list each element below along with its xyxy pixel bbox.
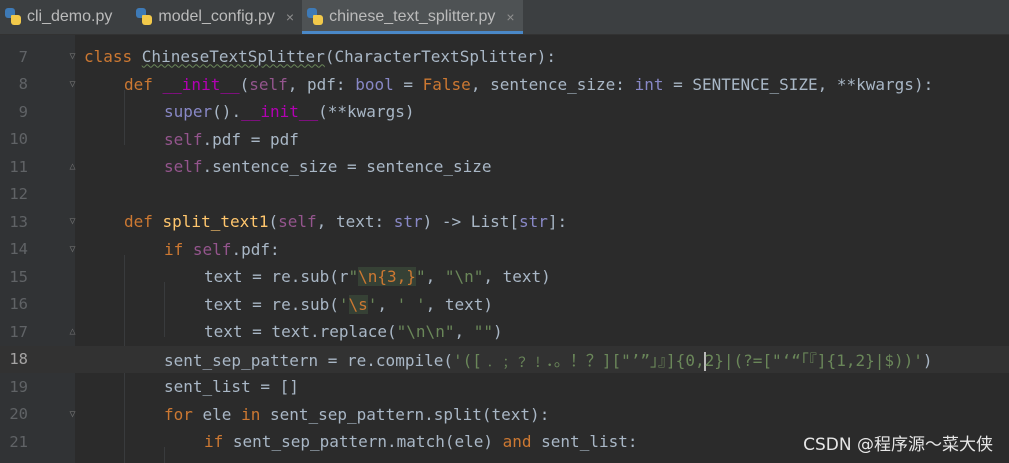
close-icon[interactable]: × [286, 9, 294, 25]
tab-chinese-text-splitter[interactable]: chinese_text_splitter.py × [302, 0, 523, 34]
close-icon[interactable]: × [506, 9, 514, 25]
fold-icon[interactable]: ▽ [67, 244, 78, 255]
code-line-current: 18 sent_sep_pattern = re.compile('([﹒﹔﹖﹗… [0, 345, 1009, 373]
code-line: 15 text = re.sub(r"\n{3,}", "\n", text) [0, 263, 1009, 291]
line-number: 19 [9, 377, 28, 396]
line-number: 9 [18, 102, 28, 121]
line-number: 16 [9, 295, 28, 314]
code-line: 9 super().__init__(**kwargs) [0, 98, 1009, 126]
code-text: if self.pdf: [164, 239, 280, 259]
line-number: 10 [9, 130, 28, 149]
line-number: 20 [9, 405, 28, 424]
code-text: self.pdf = pdf [164, 129, 299, 149]
line-number: 11 [9, 157, 28, 176]
line-number: 17 [9, 322, 28, 341]
code-line: 19 sent_list = [] [0, 373, 1009, 401]
tab-cli-demo[interactable]: cli_demo.py [0, 0, 131, 34]
code-text: class ChineseTextSplitter(CharacterTextS… [84, 47, 557, 67]
fold-icon[interactable]: ▽ [67, 216, 78, 227]
code-text: def split_text1(self, text: str) -> List… [124, 212, 568, 232]
code-text: super().__init__(**kwargs) [164, 102, 415, 122]
tab-model-config[interactable]: model_config.py × [131, 0, 302, 34]
code-line: 8 ▽ def __init__(self, pdf: bool = False… [0, 71, 1009, 99]
tab-label: model_config.py [158, 8, 275, 25]
code-text: sent_list = [] [164, 377, 299, 397]
editor-tab-bar: cli_demo.py model_config.py × chinese_te… [0, 0, 1009, 35]
python-file-icon [4, 8, 22, 26]
code-text: for ele in sent_sep_pattern.split(text): [164, 404, 550, 424]
line-number: 21 [9, 432, 28, 451]
line-number: 12 [9, 185, 28, 204]
code-line: 10 self.pdf = pdf [0, 126, 1009, 154]
code-text: sent_sep_pattern = re.compile('([﹒﹔﹖﹗．。！… [164, 347, 933, 372]
line-number: 18 [9, 350, 28, 369]
code-line: 20 ▽ for ele in sent_sep_pattern.split(t… [0, 401, 1009, 429]
code-text: text = re.sub(r"\n{3,}", "\n", text) [204, 267, 551, 287]
watermark: CSDN @程序源～菜大侠 [803, 435, 993, 455]
code-text: def __init__(self, pdf: bool = False, se… [124, 74, 934, 94]
code-line: 7 ▽ class ChineseTextSplitter(CharacterT… [0, 43, 1009, 71]
code-line: 11 △ self.sentence_size = sentence_size [0, 153, 1009, 181]
line-number: 15 [9, 267, 28, 286]
python-file-icon [135, 8, 153, 26]
code-text: if sent_sep_pattern.match(ele) and sent_… [204, 432, 638, 452]
code-line: 12 [0, 181, 1009, 209]
code-text: text = text.replace("\n\n", "") [204, 322, 503, 342]
fold-icon[interactable]: ▽ [67, 409, 78, 420]
code-line: 17 △ text = text.replace("\n\n", "") [0, 318, 1009, 346]
code-line: 13 ▽ def split_text1(self, text: str) ->… [0, 208, 1009, 236]
code-line: 14 ▽ if self.pdf: [0, 236, 1009, 264]
code-text: self.sentence_size = sentence_size [164, 157, 492, 177]
fold-icon[interactable]: △ [67, 326, 78, 337]
code-editor[interactable]: 7 ▽ class ChineseTextSplitter(CharacterT… [0, 35, 1009, 463]
tab-label: cli_demo.py [27, 8, 113, 25]
line-number: 7 [18, 47, 28, 66]
code-line: 16 text = re.sub('\s', ' ', text) [0, 291, 1009, 319]
python-file-icon [306, 8, 324, 26]
fold-icon[interactable]: ▽ [67, 51, 78, 62]
line-number: 8 [18, 75, 28, 94]
fold-icon[interactable]: △ [67, 161, 78, 172]
line-number: 13 [9, 212, 28, 231]
code-text: text = re.sub('\s', ' ', text) [204, 294, 494, 314]
line-number: 14 [9, 240, 28, 259]
tab-label: chinese_text_splitter.py [329, 8, 496, 25]
fold-icon[interactable]: ▽ [67, 79, 78, 90]
